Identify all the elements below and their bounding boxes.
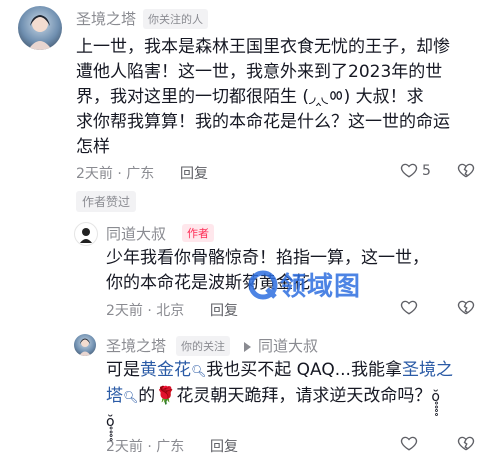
heart-icon (400, 436, 418, 451)
avatar-image (28, 15, 52, 50)
relationship-tag: 你关注的人 (143, 9, 208, 29)
comment-line: 怎样 (76, 137, 110, 157)
comment-line: 可是黄金花🔍︎我也买不起 QAQ...我能拿圣境之 (106, 360, 453, 380)
comment-line: 遭他人陷害！这一世，我意外来到了2023年的世 (76, 62, 443, 82)
comment-line: 塔🔍︎的🌹花灵朝天跪拜，请求逆天改命吗？ŏ̥̥̥̥ (106, 386, 440, 406)
reply-button[interactable]: 回复 (180, 163, 208, 183)
hashtag-link[interactable]: 黄金花 (140, 360, 191, 380)
reply-to-name[interactable]: 同道大叔 (258, 335, 318, 356)
broken-heart-icon (457, 163, 475, 178)
comment-line: 上一世，我本是森林王国里衣食无忧的王子，却惨 (76, 37, 450, 57)
comment-meta: 2天前 · 广东 (106, 439, 185, 455)
dislike-button[interactable] (457, 434, 475, 452)
like-count: 5 (422, 163, 431, 179)
broken-heart-icon (457, 436, 475, 451)
comment-meta: 2天前 · 北京 (106, 303, 185, 319)
avatar-image (80, 228, 92, 243)
comment-line: ŏ̥̥̥̥ (106, 414, 115, 430)
rose-icon: 🌹 (155, 386, 177, 406)
commenter-name[interactable]: 同道大叔 (106, 223, 166, 244)
heart-icon (400, 163, 418, 178)
watermark-text: 领域图 (280, 272, 362, 302)
commenter-name[interactable]: 圣境之塔 (76, 8, 136, 29)
avatar-image (79, 338, 91, 356)
comment-meta: 2天前 · 广东 (76, 166, 155, 182)
heart-icon (400, 300, 418, 315)
author-tag: 作者 (182, 224, 214, 242)
dislike-button[interactable] (457, 298, 475, 316)
watermark: 领域图 (248, 266, 361, 303)
reply-button[interactable]: 回复 (210, 436, 238, 456)
comment-text: 上一世，我本是森林王国里衣食无忧的王子，却惨 遭他人陷害！这一世，我意外来到了2… (76, 35, 486, 160)
avatar[interactable] (74, 222, 98, 246)
comment-text: 可是黄金花🔍︎我也买不起 QAQ...我能拿圣境之 塔🔍︎的🌹花灵朝天跪拜，请求… (106, 358, 491, 435)
commenter-name[interactable]: 圣境之塔 (106, 335, 166, 356)
avatar[interactable] (74, 334, 96, 356)
dislike-button[interactable] (457, 161, 475, 179)
reply-button[interactable]: 回复 (210, 300, 238, 320)
reply-arrow-icon (243, 338, 253, 357)
search-icon: 🔍︎ (191, 364, 207, 378)
comment-line: 界，我对这里的一切都很陌生 (◞‸◟ㆀ) 大叔！求 (76, 87, 424, 107)
watermark-logo-icon (248, 270, 278, 299)
comment-line: 求你帮我算算！我的本命花是什么？这一世的命运 (76, 112, 450, 132)
hashtag-link[interactable]: 塔 (106, 386, 123, 406)
search-icon: 🔍︎ (123, 390, 139, 404)
like-button[interactable] (400, 298, 418, 316)
like-button[interactable] (400, 161, 418, 179)
relationship-tag: 你的关注 (176, 336, 230, 356)
avatar[interactable] (18, 6, 62, 50)
author-liked-badge: 作者赞过 (76, 191, 137, 212)
broken-heart-icon (457, 300, 475, 315)
like-button[interactable] (400, 434, 418, 452)
hashtag-link[interactable]: 圣境之 (402, 360, 453, 380)
